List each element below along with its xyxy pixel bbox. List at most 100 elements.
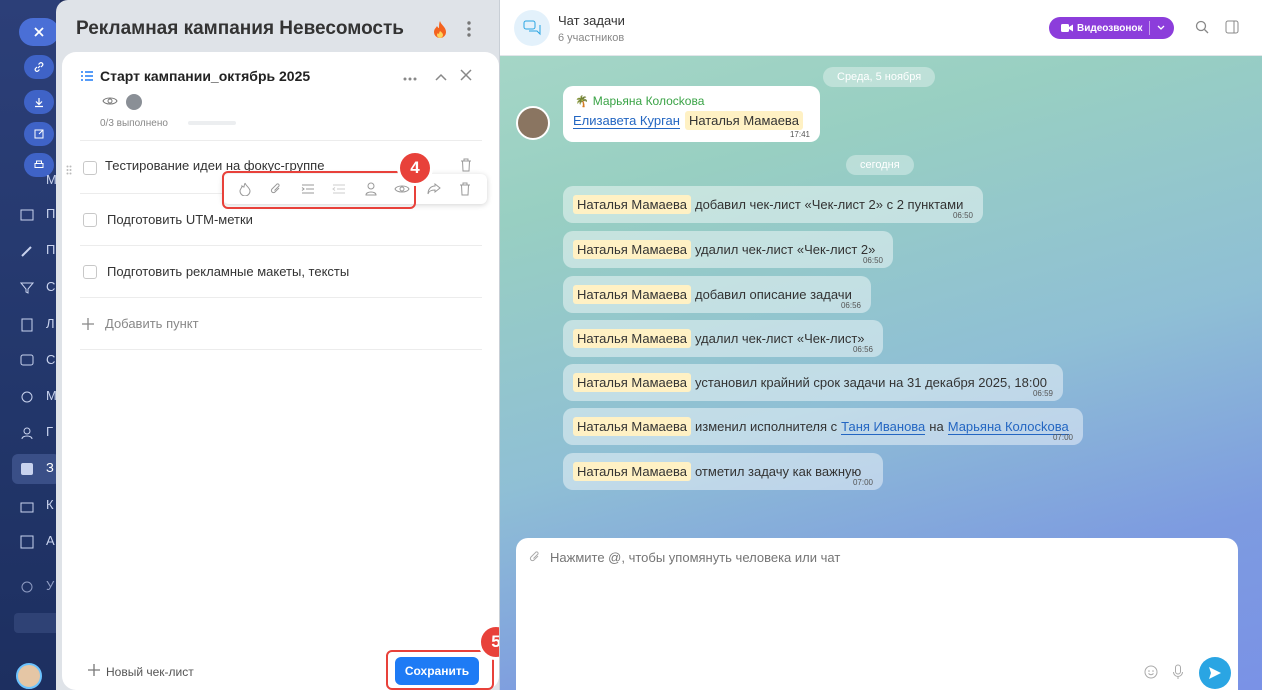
sidebar-label[interactable]: С: [46, 279, 55, 294]
message-input[interactable]: [550, 548, 1150, 566]
store-icon[interactable]: [18, 497, 36, 515]
drag-handle-icon[interactable]: [66, 162, 72, 175]
open-window-icon: [34, 129, 44, 139]
list-item[interactable]: Подготовить рекламные макеты, тексты: [80, 246, 482, 298]
message-text: отметил задачу как важную: [694, 464, 862, 479]
sidebar-label[interactable]: П: [46, 242, 55, 257]
search-icon[interactable]: [1195, 20, 1211, 36]
message-content: Елизавета Курган Наталья Мамаева: [573, 111, 803, 130]
message-author[interactable]: Наталья Мамаева: [573, 373, 691, 392]
sidebar-label[interactable]: Л: [46, 316, 55, 331]
close-checklist-icon[interactable]: [460, 68, 474, 82]
chevron-up-icon[interactable]: [434, 69, 448, 81]
settings-icon[interactable]: [18, 578, 36, 596]
checklist-title[interactable]: Старт кампании_октябрь 2025: [100, 68, 310, 84]
author-name[interactable]: Марьяна Колосkова: [593, 94, 705, 108]
new-checklist-button[interactable]: Новый чек-лист: [106, 665, 194, 679]
share-icon[interactable]: [425, 180, 443, 198]
sidebar-label[interactable]: К: [46, 497, 54, 512]
more-horizontal-icon[interactable]: [402, 70, 418, 81]
group-icon[interactable]: [18, 424, 36, 442]
pen-icon[interactable]: [18, 242, 36, 260]
item-checkbox[interactable]: [83, 264, 97, 279]
document-icon[interactable]: [18, 316, 36, 334]
message-bubble: Наталья Мамаева добавил описание задачи …: [563, 276, 871, 313]
download-button[interactable]: [24, 90, 54, 114]
item-text[interactable]: Подготовить UTM-метки: [107, 212, 253, 227]
emoji-icon[interactable]: [1144, 665, 1160, 681]
delete-icon[interactable]: [456, 180, 474, 198]
message-author[interactable]: Наталья Мамаева: [573, 462, 691, 481]
task-panel: Рекламная кампания Невесомость Старт кам…: [56, 0, 514, 690]
message-author[interactable]: Наталья Мамаева: [573, 285, 691, 304]
send-button[interactable]: [1199, 657, 1231, 689]
close-button[interactable]: [19, 18, 59, 46]
sidebar-pill[interactable]: [14, 613, 60, 633]
copy-link-button[interactable]: [24, 55, 54, 79]
message-time: 06:59: [1032, 389, 1053, 398]
message-time: 07:00: [852, 478, 873, 487]
eye-icon[interactable]: [102, 94, 120, 108]
mail-icon[interactable]: [18, 206, 36, 224]
participants-count[interactable]: 6 участников: [558, 32, 624, 44]
fire-icon[interactable]: [432, 20, 448, 40]
divider: [80, 140, 482, 141]
mention-link[interactable]: Таня Иванова: [841, 419, 926, 435]
item-text[interactable]: Подготовить рекламные макеты, тексты: [107, 264, 349, 279]
chevron-down-icon[interactable]: [1157, 25, 1165, 31]
date-separator: сегодня: [846, 155, 914, 175]
author-avatar[interactable]: [516, 106, 550, 140]
chat-header: Чат задачи 6 участников Видеозвонок: [500, 0, 1262, 56]
more-vertical-icon[interactable]: [466, 20, 474, 40]
message-author[interactable]: Наталья Мамаева: [573, 195, 691, 214]
message-time: 06:56: [852, 345, 873, 354]
paperclip-icon[interactable]: [529, 550, 543, 564]
sidebar-label[interactable]: С: [46, 352, 55, 367]
sidebar-label[interactable]: Г: [46, 424, 53, 439]
message-author[interactable]: Наталья Мамаева: [573, 240, 691, 259]
user-avatar[interactable]: [16, 663, 42, 689]
task-chat: Чат задачи 6 участников Видеозвонок Сред…: [499, 0, 1262, 690]
item-checkbox[interactable]: [83, 160, 97, 175]
message-bubble: Наталья Мамаева изменил исполнителя с Та…: [563, 408, 1083, 445]
message-text: установил крайний срок задачи на 31 дека…: [694, 375, 1047, 390]
page-title: Рекламная кампания Невесомость: [76, 18, 404, 39]
mention-link[interactable]: Елизавета Курган: [573, 113, 680, 129]
funnel-icon[interactable]: [18, 279, 36, 297]
print-icon: [34, 160, 44, 168]
sidebar-label[interactable]: З: [46, 460, 54, 475]
plus-icon: [82, 317, 94, 330]
add-item-label[interactable]: Добавить пункт: [105, 316, 199, 331]
save-button[interactable]: Сохранить: [395, 657, 479, 685]
sidebar-label[interactable]: У: [46, 578, 54, 593]
sidebar-toggle-icon[interactable]: [1225, 20, 1241, 36]
message-author[interactable]: Наталья Мамаева: [573, 329, 691, 348]
sidebar-label[interactable]: П: [46, 206, 55, 221]
message-bubble: Наталья Мамаева установил крайний срок з…: [563, 364, 1063, 401]
message-time: 17:41: [789, 130, 810, 139]
message-author[interactable]: 🌴 Марьяна Колосkова: [575, 94, 704, 108]
observer-avatar[interactable]: [124, 92, 144, 112]
tasks-icon[interactable]: [18, 460, 36, 478]
message-input-box[interactable]: [516, 538, 1238, 690]
mention-highlight[interactable]: Наталья Мамаева: [684, 111, 803, 130]
video-call-button[interactable]: Видеозвонок: [1049, 17, 1174, 39]
message-author[interactable]: Наталья Мамаева: [573, 417, 691, 436]
mention-link[interactable]: Марьяна Колосkова: [947, 419, 1069, 435]
palm-icon: 🌴: [575, 95, 589, 108]
send-icon: [1209, 667, 1221, 679]
automation-icon[interactable]: [18, 533, 36, 551]
plus-icon: [88, 663, 102, 677]
highlight-frame: [222, 171, 416, 209]
add-item-row[interactable]: Добавить пункт: [80, 298, 482, 350]
chat-bubbles-icon: [523, 20, 541, 36]
marketing-icon[interactable]: [18, 388, 36, 406]
chat-icon[interactable]: [18, 352, 36, 370]
sidebar-label[interactable]: А: [46, 533, 55, 548]
open-window-button[interactable]: [24, 122, 54, 146]
trash-icon[interactable]: [460, 158, 472, 172]
divider: [1149, 21, 1150, 35]
progress-text: 0/3 выполнено: [100, 118, 168, 129]
item-checkbox[interactable]: [83, 212, 97, 227]
microphone-icon[interactable]: [1172, 664, 1186, 682]
